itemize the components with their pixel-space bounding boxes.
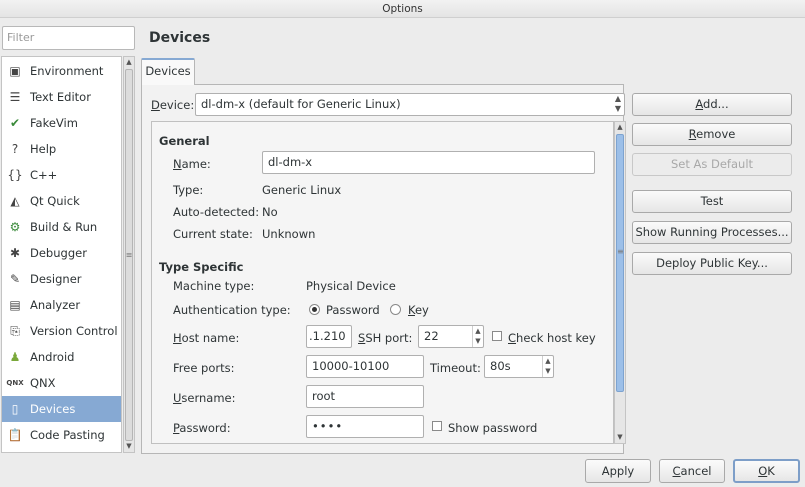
category-scrollbar[interactable]: ▲ ≡ ▼ <box>123 56 135 453</box>
auto-detected-value: No <box>262 205 278 219</box>
analyzer-icon: ▤ <box>9 298 21 312</box>
show-running-processes-button[interactable]: Show Running Processes... <box>632 221 792 244</box>
timeout-value: 80s <box>490 359 511 373</box>
cpp-braces-icon: {} <box>7 168 23 182</box>
qnx-icon: QNX <box>6 379 24 387</box>
category-qt-quick[interactable]: ◭ Qt Quick <box>2 188 121 214</box>
timeout-spinbox[interactable]: 80s ▲ ▼ <box>484 355 554 378</box>
scroll-up-icon[interactable]: ▲ <box>615 122 625 133</box>
designer-icon: ✎ <box>9 272 21 286</box>
password-field[interactable]: •••• <box>306 415 424 438</box>
type-value: Generic Linux <box>262 183 342 197</box>
page-title: Devices <box>149 30 211 46</box>
scroll-down-icon[interactable]: ▼ <box>124 441 134 452</box>
device-details-area: General Name: dl-dm-x Type: Generic Linu… <box>151 121 614 444</box>
current-state-label: Current state: <box>173 227 253 241</box>
monitor-icon: ▣ <box>9 64 21 78</box>
device-combobox[interactable]: dl-dm-x (default for Generic Linux) ▲ ▼ <box>195 93 625 116</box>
help-icon: ? <box>11 142 19 156</box>
auth-key-radio[interactable] <box>390 304 401 315</box>
category-qnx[interactable]: QNX QNX <box>2 370 121 396</box>
details-scrollbar[interactable]: ▲ ▼ <box>614 121 626 444</box>
category-cpp[interactable]: {} C++ <box>2 162 121 188</box>
qt-quick-icon: ◭ <box>10 194 20 208</box>
android-icon: ♟ <box>9 350 21 364</box>
scroll-up-icon[interactable]: ▲ <box>124 57 134 68</box>
details-scroll-thumb[interactable] <box>616 134 624 392</box>
show-password-label: Show password <box>448 421 538 435</box>
window-title: Options <box>0 0 805 18</box>
ssh-port-spinbox[interactable]: 22 ▲ ▼ <box>418 325 484 348</box>
combo-updown-icon: ▲ ▼ <box>614 94 621 113</box>
filter-input[interactable]: Filter <box>2 26 135 50</box>
general-header: General <box>159 134 210 148</box>
category-environment[interactable]: ▣ Environment <box>2 58 121 84</box>
current-state-value: Unknown <box>262 227 316 241</box>
category-analyzer[interactable]: ▤ Analyzer <box>2 292 121 318</box>
type-label: Type: <box>173 183 204 197</box>
grip-icon: ≡ <box>125 250 133 260</box>
category-android[interactable]: ♟ Android <box>2 344 121 370</box>
check-host-key-checkbox[interactable] <box>492 331 502 341</box>
apply-button[interactable]: Apply <box>585 459 651 483</box>
category-debugger[interactable]: ✱ Debugger <box>2 240 121 266</box>
code-pasting-icon: 📋 <box>7 428 23 442</box>
free-ports-field[interactable]: 10000-10100 <box>306 355 424 378</box>
build-run-icon: ⚙ <box>9 220 21 234</box>
set-as-default-button[interactable]: Set As Default <box>632 153 792 176</box>
remove-button[interactable]: Remove <box>632 123 792 146</box>
add-button[interactable]: Add... <box>632 93 792 116</box>
scroll-down-icon[interactable]: ▼ <box>615 432 625 443</box>
password-label: Password: <box>173 421 231 435</box>
category-list: ▣ Environment ☰ Text Editor ✔ FakeVim ? Help… <box>1 56 122 453</box>
check-host-key-label: Check host key <box>508 331 596 345</box>
username-label: Username: <box>173 391 236 405</box>
machine-type-label: Machine type: <box>173 279 255 293</box>
category-help[interactable]: ? Help <box>2 136 121 162</box>
category-scroll-thumb[interactable]: ≡ <box>125 69 133 441</box>
device-label: Device: <box>151 98 195 112</box>
name-label: Name: <box>173 157 211 171</box>
host-name-field[interactable]: .1.210 <box>306 325 352 348</box>
auth-key-label: Key <box>408 303 429 317</box>
bug-icon: ✱ <box>9 246 21 260</box>
spin-arrows-icon[interactable]: ▲ ▼ <box>472 326 483 347</box>
auto-detected-label: Auto-detected: <box>173 205 260 219</box>
version-control-icon: ⎘ <box>10 323 20 338</box>
free-ports-label: Free ports: <box>173 361 235 375</box>
auth-password-label: Password <box>326 303 380 317</box>
text-editor-icon: ☰ <box>9 90 21 104</box>
tab-devices[interactable]: Devices <box>141 58 195 85</box>
splitter-grip-icon[interactable]: ≡ <box>617 247 624 256</box>
deploy-public-key-button[interactable]: Deploy Public Key... <box>632 252 792 275</box>
username-field[interactable]: root <box>306 385 424 408</box>
category-code-pasting[interactable]: 📋 Code Pasting <box>2 422 121 448</box>
ssh-port-label: SSH port: <box>358 331 413 345</box>
machine-type-value: Physical Device <box>306 279 396 293</box>
category-designer[interactable]: ✎ Designer <box>2 266 121 292</box>
type-specific-header: Type Specific <box>159 260 244 274</box>
ssh-port-value: 22 <box>424 329 439 343</box>
test-button[interactable]: Test <box>632 190 792 213</box>
category-text-editor[interactable]: ☰ Text Editor <box>2 84 121 110</box>
host-name-label: Host name: <box>173 331 240 345</box>
auth-type-label: Authentication type: <box>173 303 291 317</box>
category-devices[interactable]: ▯ Devices <box>2 396 121 422</box>
category-build-run[interactable]: ⚙ Build & Run <box>2 214 121 240</box>
devices-icon: ▯ <box>11 402 19 416</box>
cancel-button[interactable]: Cancel <box>659 459 725 483</box>
category-fakevim[interactable]: ✔ FakeVim <box>2 110 121 136</box>
timeout-label: Timeout: <box>430 361 481 375</box>
ok-button[interactable]: OK <box>733 459 800 483</box>
show-password-checkbox[interactable] <box>432 421 442 431</box>
auth-password-radio[interactable] <box>309 304 320 315</box>
spin-arrows-icon[interactable]: ▲ ▼ <box>542 356 553 377</box>
category-version-control[interactable]: ⎘ Version Control <box>2 318 121 344</box>
name-field[interactable]: dl-dm-x <box>262 151 595 174</box>
fakevim-icon: ✔ <box>9 116 21 130</box>
device-combobox-value: dl-dm-x (default for Generic Linux) <box>201 97 401 111</box>
